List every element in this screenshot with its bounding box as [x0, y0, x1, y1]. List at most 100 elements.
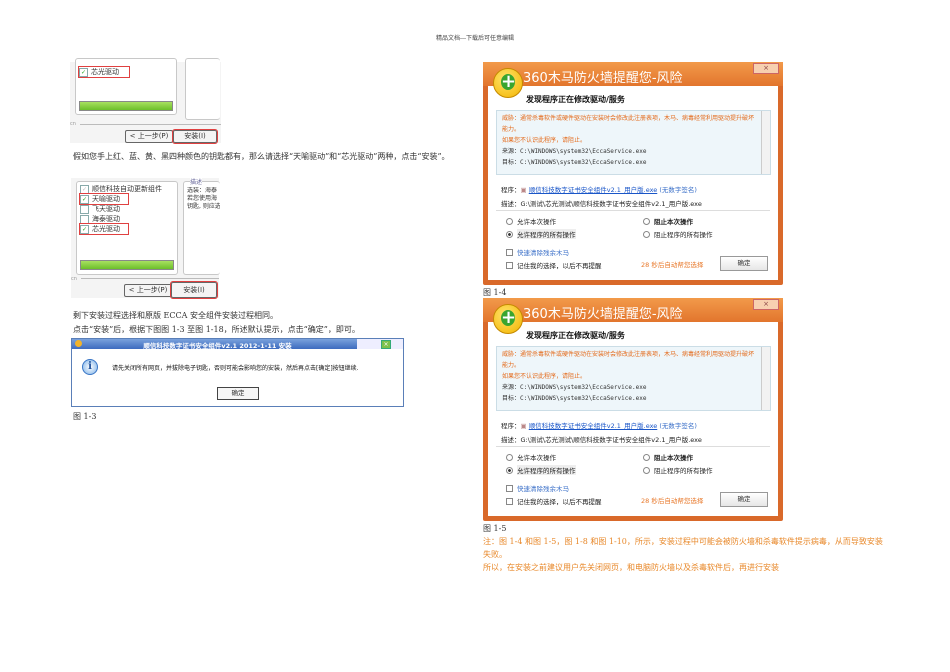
checkbox-label: 海泰驱动 [92, 215, 120, 223]
radio-allow-once[interactable]: 允许本次操作 [506, 216, 556, 226]
vertical-scrollbar[interactable] [761, 347, 770, 410]
prev-button[interactable]: < 上一步(P) [124, 284, 172, 297]
title-bar-tab [357, 339, 403, 349]
checkbox-clean-trojans[interactable]: 快速清除残余木马 [506, 247, 569, 257]
signature-status: (无数字签名) [659, 186, 697, 194]
divider [496, 446, 770, 447]
program-label: 程序： [501, 186, 521, 194]
checkbox-label: 快速清除残余木马 [517, 249, 569, 257]
dialog-title: 顺信科技数字证书安全组件v2.1 2012-1-11 安装 [143, 342, 292, 350]
checkbox-haitai[interactable]: 海泰驱动 [80, 214, 177, 224]
install-message-box: 顺信科技数字证书安全组件v2.1 2012-1-11 安装 × i 请先关闭所有… [71, 338, 404, 407]
program-description: 描述：G:\测试\芯光测试\顺信科技数字证书安全组件v2.1_用户版.exe [501, 436, 702, 444]
checkbox-label: 天喻驱动 [92, 195, 120, 203]
threat-info-box: 威胁：通常杀毒软件或硬件驱动在安装时会修改此注册表项，木马、病毒经常利用驱动提升… [496, 346, 771, 411]
program-line: 程序：▣ 顺信科技数字证书安全组件v2.1_用户版.exe (无数字签名) [501, 420, 697, 430]
figure-caption: 图 1-3 [73, 412, 97, 421]
countdown-text: 28 秒后自动帮您选择 [641, 261, 704, 269]
component-list: ✓ 顺信科技自动更新组件 ✓ 天喻驱动 飞天驱动 海泰驱动 ✓ 芯光驱动 [76, 181, 178, 275]
document-page: 精品文档---下载后可任意编辑 ✓ 芯光驱动 cn < 上一步(P) 安装(I) … [0, 0, 950, 672]
checkbox-clean-trojans[interactable]: 快速清除残余木马 [506, 483, 569, 493]
program-link[interactable]: 顺信科技数字证书安全组件v2.1_用户版.exe [529, 186, 658, 194]
source-path: 来源：C:\WINDOWS\system32\EccaService.exe [502, 384, 647, 391]
horizontal-scrollbar[interactable] [80, 260, 174, 270]
checkbox-xinguang[interactable]: ✓ 芯光驱动 [78, 66, 130, 78]
radio-allow-all[interactable]: 允许程序的所有操作 [506, 465, 576, 475]
vertical-scrollbar[interactable] [761, 111, 770, 174]
radio-block-once[interactable]: 阻止本次操作 [643, 216, 693, 226]
radio-label: 允许本次操作 [517, 454, 556, 462]
program-label: 程序： [501, 422, 521, 430]
checkbox-label: 记住我的选择，以后不再提醒 [517, 262, 602, 270]
dialog-title: 360木马防火墙提醒您-风险 [523, 307, 683, 322]
divider [80, 124, 221, 125]
file-icon: ▣ [520, 422, 527, 430]
alert-subtitle: 发现程序正在修改驱动/服务 [526, 331, 625, 340]
radio-block-once[interactable]: 阻止本次操作 [643, 452, 693, 462]
countdown-text: 28 秒后自动帮您选择 [641, 497, 704, 505]
figure-caption: 图 1-5 [483, 524, 507, 533]
checkbox-xinguang[interactable]: ✓ 芯光驱动 [79, 223, 129, 235]
radio-label: 允许本次操作 [517, 218, 556, 226]
target-path: 目标：C:\WINDOWS\system32\EccaService.exe [502, 159, 647, 166]
checkbox-label: 芯光驱动 [91, 68, 119, 76]
divider [81, 278, 219, 279]
description-label: 描述 [190, 177, 203, 186]
360-logo-icon: + [493, 304, 523, 334]
firewall-alert-dialog: 360木马防火墙提醒您-风险 × 发现程序正在修改驱动/服务威胁：通常杀毒软件或硬件… [483, 62, 783, 285]
installer-screenshot-1: ✓ 芯光驱动 cn < 上一步(P) 安装(I) [70, 58, 221, 144]
program-description: 描述：G:\测试\芯光测试\顺信科技数字证书安全组件v2.1_用户版.exe [501, 200, 702, 208]
radio-label: 阻止本次操作 [654, 454, 693, 462]
note-text: 注：图 1-4 和图 1-5，图 1-8 和图 1-10，所示，安装过程中可能会… [483, 537, 883, 559]
radio-block-all[interactable]: 阻止程序的所有操作 [643, 465, 713, 475]
close-button[interactable]: × [753, 63, 779, 74]
install-button[interactable]: 安装(I) [170, 281, 218, 299]
radio-allow-all[interactable]: 允许程序的所有操作 [506, 229, 576, 239]
radio-label: 阻止程序的所有操作 [654, 467, 713, 475]
source-path: 来源：C:\WINDOWS\system32\EccaService.exe [502, 148, 647, 155]
checkbox-label: 快速清除残余木马 [517, 485, 569, 493]
title-bar: 360木马防火墙提醒您-风险 × [483, 62, 783, 86]
radio-allow-once[interactable]: 允许本次操作 [506, 452, 556, 462]
installer-screenshot-2: ✓ 顺信科技自动更新组件 ✓ 天喻驱动 飞天驱动 海泰驱动 ✓ 芯光驱动 描述 选装：… [71, 177, 220, 299]
360-logo-icon: + [493, 68, 523, 98]
advice-text: 如果您不认识此程序，请阻止。 [502, 373, 587, 380]
info-icon: i [82, 359, 98, 375]
alert-subtitle: 发现程序正在修改驱动/服务 [526, 95, 625, 104]
dialog-title: 360木马防火墙提醒您-风险 [523, 71, 683, 86]
component-list: ✓ 芯光驱动 [75, 58, 177, 115]
page-header: 精品文档---下载后可任意编辑 [435, 35, 515, 42]
group-label: cn [70, 121, 76, 127]
radio-label: 阻止本次操作 [654, 218, 693, 226]
prev-button[interactable]: < 上一步(P) [125, 130, 173, 143]
radio-label: 允许程序的所有操作 [517, 465, 576, 475]
threat-info-box: 威胁：通常杀毒软件或硬件驱动在安装时会修改此注册表项，木马、病毒经常利用驱动提升… [496, 110, 771, 175]
program-link[interactable]: 顺信科技数字证书安全组件v2.1_用户版.exe [529, 422, 658, 430]
horizontal-scrollbar[interactable] [79, 101, 173, 111]
checkbox-remember-choice[interactable]: 记住我的选择，以后不再提醒 [506, 496, 602, 506]
title-bar: 顺信科技数字证书安全组件v2.1 2012-1-11 安装 × [72, 339, 403, 350]
install-button[interactable]: 安装(I) [172, 129, 218, 144]
checkbox-tianyu[interactable]: ✓ 天喻驱动 [79, 193, 129, 205]
checkbox-remember-choice[interactable]: 记住我的选择，以后不再提醒 [506, 260, 602, 270]
program-line: 程序：▣ 顺信科技数字证书安全组件v2.1_用户版.exe (无数字签名) [501, 184, 697, 194]
checkbox-label: 记住我的选择，以后不再提醒 [517, 498, 602, 506]
close-button[interactable]: × [753, 299, 779, 310]
radio-label: 允许程序的所有操作 [517, 229, 576, 239]
threat-text: 威胁：通常杀毒软件或硬件驱动在安装时会修改此注册表项，木马、病毒经常利用驱动提升… [502, 351, 755, 369]
ok-button[interactable]: 确定 [217, 387, 259, 400]
description-box [185, 58, 220, 120]
checkbox-label: 飞天驱动 [92, 205, 120, 213]
close-button[interactable]: × [381, 340, 391, 349]
file-icon: ▣ [520, 186, 527, 194]
firewall-alert-dialog: 360木马防火墙提醒您-风险 × 发现程序正在修改驱动/服务威胁：通常杀毒软件或硬件… [483, 298, 783, 521]
ok-button[interactable]: 确定 [720, 256, 768, 271]
checkbox-update[interactable]: ✓ 顺信科技自动更新组件 [80, 184, 177, 194]
radio-block-all[interactable]: 阻止程序的所有操作 [643, 229, 713, 239]
paragraph: 剩下安装过程选择和原版 ECCA 安全组件安装过程相同。 [73, 311, 278, 320]
dialog-message: 请先关闭所有网页，并拔除电子钥匙，否则可能会影响您的安装，然后再点击[确定]按钮… [112, 365, 359, 372]
ok-button[interactable]: 确定 [720, 492, 768, 507]
checkbox-feitian[interactable]: 飞天驱动 [80, 204, 177, 214]
divider [496, 210, 770, 211]
signature-status: (无数字签名) [659, 422, 697, 430]
